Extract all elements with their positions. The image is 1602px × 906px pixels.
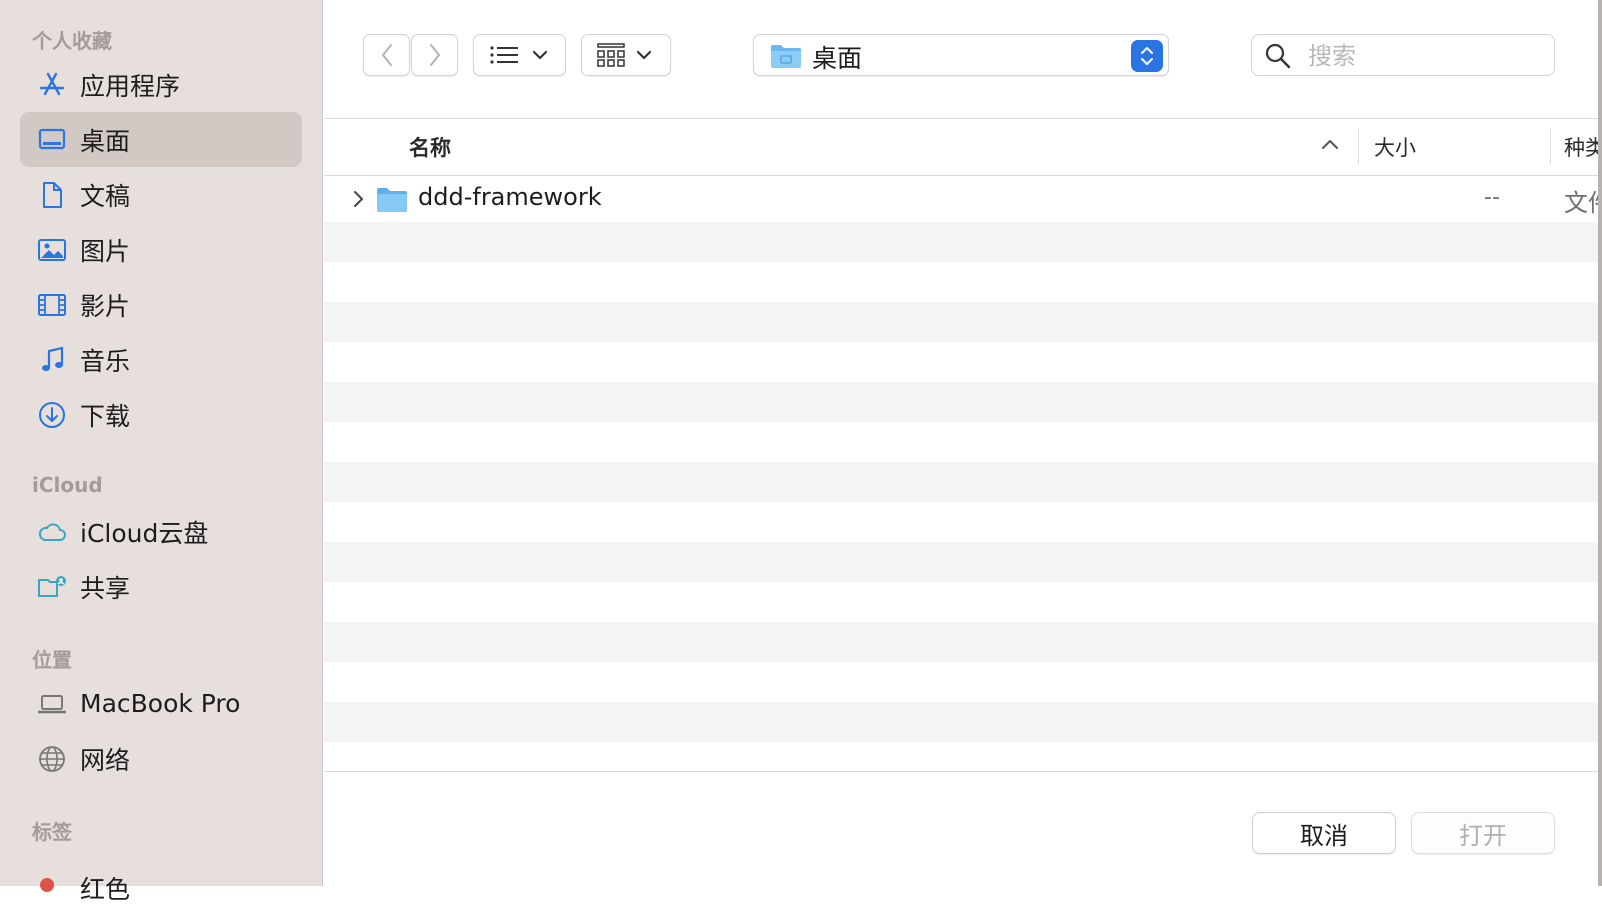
disclosure-triangle-icon[interactable]	[351, 188, 367, 210]
column-header-kind[interactable]: 种类	[1564, 132, 1602, 162]
chevron-right-icon	[429, 44, 440, 66]
sidebar-item-label: 影片	[80, 291, 131, 321]
search-icon	[1265, 43, 1291, 69]
chevron-left-icon	[381, 44, 392, 66]
sidebar-item-pictures[interactable]: 图片	[20, 222, 302, 277]
list-stripe	[324, 222, 1598, 262]
sidebar-item-music[interactable]: 音乐	[20, 332, 302, 387]
sidebar: 个人收藏 应用程序 桌面 文稿 图片 影片 音乐 下载 iCloud iClou…	[0, 0, 323, 904]
film-icon	[36, 289, 68, 321]
column-header-size[interactable]: 大小	[1374, 132, 1416, 162]
grid-view-icon	[597, 43, 625, 67]
window-edge	[1598, 0, 1602, 886]
desktop-icon	[36, 124, 68, 156]
sidebar-item-label: 音乐	[80, 346, 131, 376]
column-header-name[interactable]: 名称	[409, 132, 451, 162]
app-store-icon	[36, 69, 68, 101]
sidebar-item-movies[interactable]: 影片	[20, 277, 302, 332]
globe-icon	[36, 743, 68, 775]
column-divider[interactable]	[1550, 128, 1551, 164]
sidebar-item-label: 应用程序	[80, 71, 181, 101]
sidebar-item-downloads[interactable]: 下载	[20, 387, 302, 442]
sidebar-item-applications[interactable]: 应用程序	[20, 57, 302, 112]
sidebar-item-label: 网络	[80, 745, 131, 775]
laptop-icon	[36, 688, 68, 720]
search-field[interactable]	[1251, 34, 1555, 76]
sidebar-item-documents[interactable]: 文稿	[20, 167, 302, 222]
sidebar-item-label[interactable]: 红色	[80, 870, 130, 906]
locations-header: 位置	[32, 648, 72, 672]
file-row[interactable]: ddd-framework -- 文件夹	[324, 179, 1598, 219]
download-icon	[36, 399, 68, 431]
search-input[interactable]	[1306, 39, 1540, 73]
location-stepper[interactable]	[1131, 40, 1163, 72]
sidebar-item-label: 桌面	[80, 126, 131, 156]
file-browser-panel: 桌面 名称 大小 种类 ddd-framework -- 文件夹	[324, 0, 1602, 886]
sort-ascending-icon[interactable]	[1320, 137, 1340, 151]
sidebar-item-desktop[interactable]: 桌面	[20, 112, 302, 167]
document-icon	[36, 179, 68, 211]
list-stripe	[324, 302, 1598, 342]
back-button[interactable]	[363, 34, 410, 76]
folder-icon	[377, 188, 407, 212]
list-stripe	[324, 622, 1598, 662]
shared-folder-icon	[36, 571, 68, 603]
list-stripe	[324, 542, 1598, 582]
sidebar-item-label: MacBook Pro	[80, 689, 241, 718]
sidebar-item-network[interactable]: 网络	[20, 731, 302, 786]
forward-button[interactable]	[411, 34, 458, 76]
music-note-icon	[36, 344, 68, 376]
sidebar-item-label: 文稿	[80, 181, 131, 211]
sidebar-item-label: 下载	[80, 401, 131, 431]
list-stripe	[324, 702, 1598, 742]
open-button[interactable]: 打开	[1411, 812, 1555, 854]
sidebar-item-shared[interactable]: 共享	[20, 559, 302, 614]
list-stripe	[324, 382, 1598, 422]
folder-icon	[771, 45, 801, 68]
view-mode-dropdown[interactable]	[473, 34, 566, 76]
sidebar-item-label: 图片	[80, 236, 131, 266]
list-view-icon	[489, 46, 518, 64]
tags-header: 标签	[32, 820, 72, 844]
current-folder-label: 桌面	[812, 44, 863, 73]
location-popup[interactable]: 桌面	[753, 34, 1169, 76]
chevron-down-icon	[636, 50, 652, 60]
file-size: --	[1484, 185, 1500, 210]
sidebar-item-macbook-pro[interactable]: MacBook Pro	[20, 676, 302, 731]
up-down-chevrons-icon	[1141, 47, 1153, 65]
photo-icon	[36, 234, 68, 266]
footer-divider	[324, 771, 1598, 772]
group-by-dropdown[interactable]	[581, 34, 671, 76]
sidebar-item-label: 共享	[80, 573, 131, 603]
sidebar-item-label: iCloud云盘	[80, 518, 209, 548]
sidebar-item-icloud-drive[interactable]: iCloud云盘	[20, 504, 302, 559]
red-tag-dot[interactable]	[40, 878, 54, 892]
favorites-header: 个人收藏	[32, 29, 112, 53]
file-name: ddd-framework	[418, 183, 602, 211]
list-stripe	[324, 462, 1598, 502]
cloud-icon	[36, 516, 68, 548]
icloud-header: iCloud	[32, 473, 103, 497]
file-kind: 文件夹	[1564, 189, 1598, 217]
chevron-down-icon	[532, 50, 547, 60]
column-divider[interactable]	[1358, 128, 1359, 164]
cancel-button[interactable]: 取消	[1252, 812, 1396, 854]
file-list: ddd-framework -- 文件夹	[324, 176, 1598, 771]
column-header-row: 名称 大小 种类	[324, 119, 1602, 176]
